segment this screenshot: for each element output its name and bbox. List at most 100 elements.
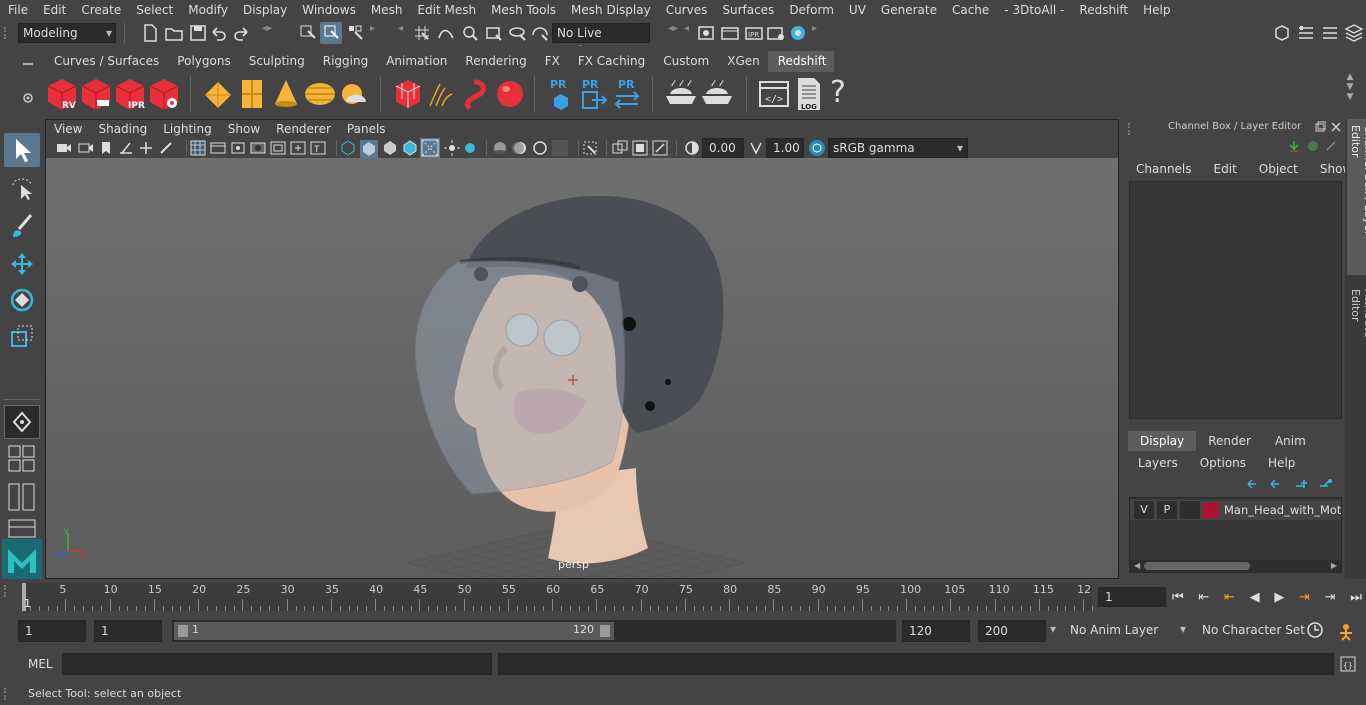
mel-label[interactable]: MEL bbox=[28, 657, 53, 671]
shelf-tab-sculpting[interactable]: Sculpting bbox=[239, 51, 313, 72]
collapse-icon[interactable]: ◂ bbox=[684, 23, 689, 34]
motion-blur-icon[interactable] bbox=[512, 140, 528, 156]
all-lights-icon[interactable] bbox=[444, 140, 460, 156]
redo-icon[interactable] bbox=[232, 23, 252, 43]
redshift-curve-button[interactable] bbox=[460, 76, 492, 112]
collapse-icon[interactable]: ◂ bbox=[398, 23, 403, 34]
scale-tool-button[interactable] bbox=[4, 319, 40, 353]
chevron-down-icon[interactable]: ▾ bbox=[1180, 622, 1186, 636]
shelf-tab-xgen[interactable]: XGen bbox=[717, 51, 768, 72]
range-start-grip[interactable] bbox=[178, 625, 188, 637]
menu-help[interactable]: Help bbox=[1135, 0, 1177, 20]
channel-box-menu-channels[interactable]: Channels bbox=[1124, 159, 1204, 179]
go-to-start-icon[interactable]: ⏮ bbox=[1172, 590, 1184, 605]
script-editor-icon[interactable]: {} bbox=[1340, 656, 1356, 672]
menu-redshift[interactable]: Redshift bbox=[1071, 0, 1135, 20]
layer-playback-toggle[interactable]: P bbox=[1157, 501, 1177, 519]
menu-surfaces[interactable]: Surfaces bbox=[714, 0, 781, 20]
wireframe-icon[interactable] bbox=[340, 140, 356, 156]
snap-curve-icon[interactable] bbox=[436, 23, 456, 43]
menu-display[interactable]: Display bbox=[235, 0, 294, 20]
float-panel-icon[interactable] bbox=[1314, 121, 1326, 133]
scrollbar-thumb[interactable] bbox=[1144, 562, 1250, 570]
shelf-tab-curves-surfaces[interactable]: Curves / Surfaces bbox=[44, 51, 167, 72]
drag-handle-icon[interactable] bbox=[4, 585, 10, 597]
channel-box-icon[interactable] bbox=[1344, 23, 1364, 43]
last-tool-button[interactable] bbox=[4, 405, 40, 439]
filter-icon[interactable] bbox=[1324, 139, 1338, 153]
collapse-icon[interactable]: ◂▸ bbox=[262, 23, 282, 43]
menu-uv[interactable]: UV bbox=[841, 0, 873, 20]
time-ruler[interactable]: 5 10 15 20 25 30 35 40 45 50 55 60 65 70 75 80 85 90 95 100… bbox=[22, 583, 1093, 611]
redshift-portal-light-button[interactable] bbox=[236, 76, 268, 112]
select-component-icon[interactable] bbox=[346, 23, 366, 43]
redshift-sun-sky-button[interactable] bbox=[338, 76, 372, 112]
layer-tab-anim[interactable]: Anim bbox=[1263, 431, 1318, 451]
time-slider[interactable]: 5 10 15 20 25 30 35 40 45 50 55 60 65 70 75 80 85 90 95 100… bbox=[0, 581, 1366, 613]
redshift-pr-import-button[interactable]: PR bbox=[578, 76, 608, 112]
menu-windows[interactable]: Windows bbox=[294, 0, 363, 20]
viewport-menu-renderer[interactable]: Renderer bbox=[268, 120, 339, 138]
attribute-editor-icon[interactable] bbox=[1296, 23, 1316, 43]
shelf-tab-redshift[interactable]: Redshift bbox=[767, 51, 835, 72]
viewport-menu-lighting[interactable]: Lighting bbox=[155, 120, 220, 138]
redshift-ipr-button[interactable]: IPR bbox=[114, 76, 146, 112]
menu-mesh[interactable]: Mesh bbox=[363, 0, 410, 20]
redshift-render-sequence-button[interactable] bbox=[80, 76, 112, 112]
snap-grid-icon[interactable] bbox=[412, 23, 432, 43]
perspective-view[interactable]: x y z persp bbox=[46, 158, 1118, 604]
redshift-log-button[interactable]: LOG bbox=[794, 76, 824, 112]
hypershade-icon[interactable] bbox=[788, 23, 808, 43]
frame-all-icon[interactable] bbox=[652, 140, 668, 156]
layer-scrollbar[interactable]: ◀ ▶ bbox=[1130, 560, 1341, 572]
resolution-gate-icon[interactable] bbox=[230, 140, 246, 156]
redshift-render-view-button[interactable]: RV bbox=[46, 76, 78, 112]
bookmark-icon[interactable] bbox=[98, 140, 114, 156]
animation-preferences-icon[interactable] bbox=[1336, 621, 1356, 641]
step-back-frame-icon[interactable]: ⇤ bbox=[1198, 590, 1209, 605]
color-space-dropdown[interactable]: sRGB gamma ▾ bbox=[828, 138, 968, 158]
layer-reference-toggle[interactable] bbox=[1180, 501, 1200, 519]
redshift-script-button[interactable]: </> bbox=[758, 78, 790, 110]
shelf-tab-custom[interactable]: Custom bbox=[653, 51, 717, 72]
menu-mesh-display[interactable]: Mesh Display bbox=[563, 0, 658, 20]
command-input[interactable] bbox=[62, 653, 492, 675]
camera-bookmark-icon[interactable] bbox=[78, 140, 94, 156]
character-set-dropdown[interactable]: No Character Set bbox=[1202, 623, 1305, 637]
current-frame-field[interactable]: 1 bbox=[1098, 587, 1166, 607]
grid-toggle-icon[interactable] bbox=[190, 140, 206, 156]
animation-start-field[interactable]: 1 bbox=[18, 620, 86, 642]
playback-start-field[interactable]: 1 bbox=[94, 620, 162, 642]
playback-end-field[interactable]: 120 bbox=[902, 620, 970, 642]
range-slider-handle[interactable]: 1 120 bbox=[174, 622, 614, 640]
menu-curves[interactable]: Curves bbox=[658, 0, 715, 20]
shelf-tab-polygons[interactable]: Polygons bbox=[167, 51, 238, 72]
save-scene-icon[interactable] bbox=[188, 23, 208, 43]
smooth-shade-icon[interactable] bbox=[360, 140, 378, 158]
undo-icon[interactable] bbox=[208, 23, 228, 43]
layer-color-swatch[interactable] bbox=[1203, 502, 1219, 518]
safe-action-icon[interactable] bbox=[290, 140, 306, 156]
channel-box-settings-icon[interactable] bbox=[1286, 139, 1302, 155]
shadows-icon[interactable] bbox=[462, 140, 478, 156]
two-d-pan-zoom-icon[interactable] bbox=[612, 140, 628, 156]
safe-title-icon[interactable]: T bbox=[310, 140, 326, 156]
lasso-tool-button[interactable] bbox=[4, 171, 40, 205]
close-panel-icon[interactable] bbox=[1330, 121, 1342, 133]
new-layer-from-selection-icon[interactable] bbox=[1318, 477, 1334, 491]
redshift-proxy-button[interactable] bbox=[392, 76, 424, 112]
shelf-scroll-arrows[interactable]: ▲ ▼ ▼ bbox=[1342, 72, 1358, 112]
xray-toggle-button[interactable] bbox=[420, 138, 440, 158]
color-management-icon[interactable] bbox=[808, 139, 826, 157]
step-back-key-icon[interactable]: ⇤ bbox=[1224, 590, 1235, 605]
scroll-left-icon[interactable]: ◀ bbox=[1134, 561, 1140, 571]
menu-edit-mesh[interactable]: Edit Mesh bbox=[409, 0, 483, 20]
play-forwards-icon[interactable]: ▶ bbox=[1274, 590, 1284, 605]
viewport-menu-view[interactable]: View bbox=[46, 120, 90, 138]
snap-surface-icon[interactable] bbox=[508, 23, 528, 43]
layer-menu-layers[interactable]: Layers bbox=[1124, 453, 1186, 473]
viewport-menu-shading[interactable]: Shading bbox=[90, 120, 155, 138]
two-d-pan-icon[interactable] bbox=[138, 140, 154, 156]
anti-aliasing-icon[interactable] bbox=[532, 140, 548, 156]
play-backwards-icon[interactable]: ◀ bbox=[1250, 590, 1260, 605]
